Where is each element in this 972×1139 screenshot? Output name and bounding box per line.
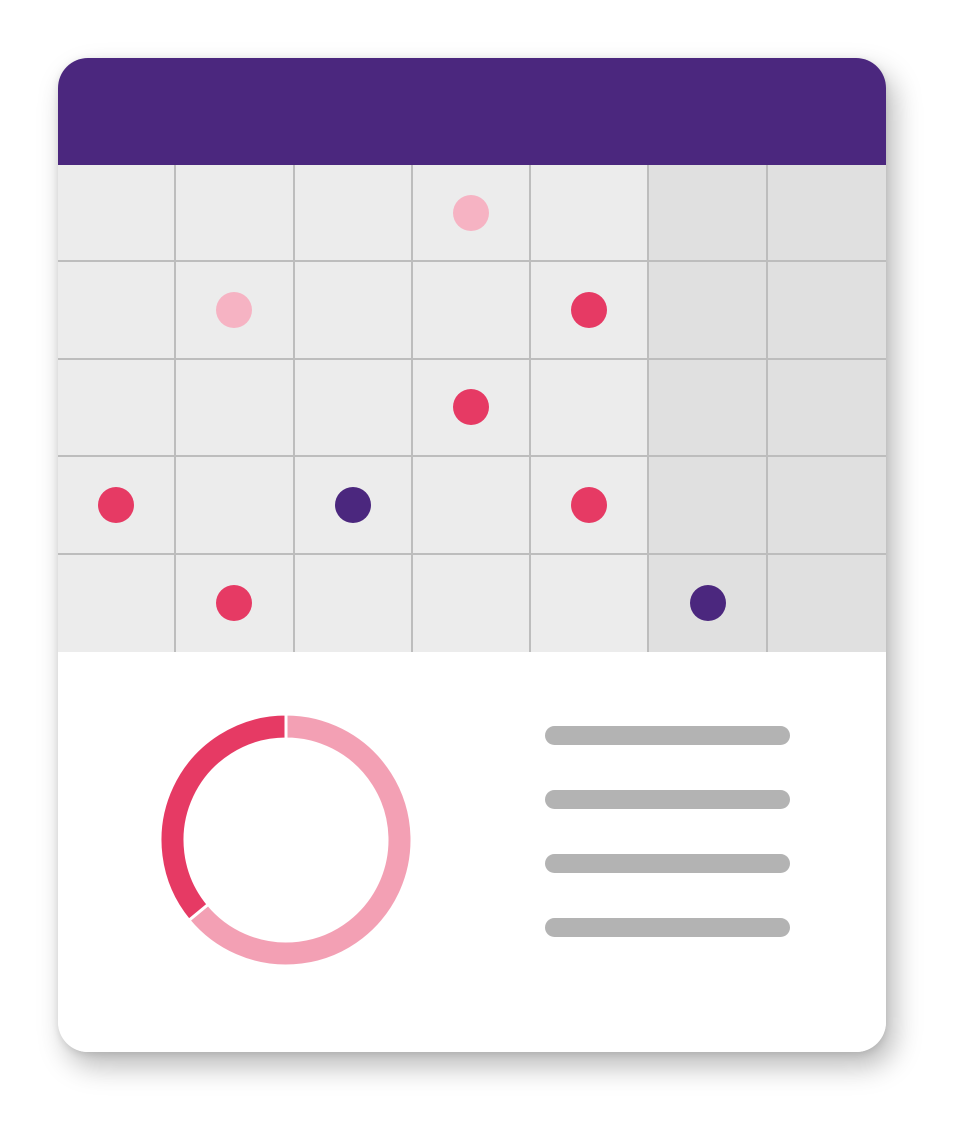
- calendar-day-cell[interactable]: [767, 262, 886, 360]
- calendar-day-cell[interactable]: [294, 554, 413, 652]
- event-dot[interactable]: [571, 292, 608, 329]
- calendar-grid: [58, 165, 886, 652]
- calendar-day-cell[interactable]: [58, 262, 177, 360]
- legend-placeholder-line: [545, 726, 790, 745]
- calendar-day-cell[interactable]: [649, 359, 768, 458]
- calendar-day-cell[interactable]: [767, 554, 886, 652]
- calendar-day-cell[interactable]: [176, 359, 295, 458]
- calendar-day-cell[interactable]: [649, 457, 768, 555]
- calendar-day-cell[interactable]: [531, 165, 650, 263]
- calendar-day-cell[interactable]: [294, 262, 413, 360]
- calendar-day-cell[interactable]: [649, 262, 768, 360]
- calendar-day-cell[interactable]: [531, 457, 650, 555]
- calendar-day-cell[interactable]: [176, 165, 295, 263]
- calendar-header: [58, 58, 886, 165]
- calendar-day-cell[interactable]: [531, 359, 650, 458]
- calendar-day-cell[interactable]: [767, 359, 886, 458]
- calendar-day-cell[interactable]: [412, 165, 532, 263]
- calendar-day-cell[interactable]: [294, 165, 413, 263]
- calendar-day-cell[interactable]: [412, 262, 532, 360]
- calendar-day-cell[interactable]: [767, 457, 886, 555]
- calendar-day-cell[interactable]: [58, 359, 177, 458]
- event-dot[interactable]: [452, 389, 489, 426]
- legend-placeholder-lines: [545, 726, 790, 982]
- calendar-day-cell[interactable]: [176, 262, 295, 360]
- calendar-day-cell[interactable]: [531, 262, 650, 360]
- event-dot[interactable]: [216, 585, 253, 622]
- calendar-day-cell[interactable]: [58, 457, 177, 555]
- event-dot[interactable]: [334, 486, 371, 523]
- calendar-day-cell[interactable]: [412, 359, 532, 458]
- calendar-day-cell[interactable]: [176, 554, 295, 652]
- legend-placeholder-line: [545, 918, 790, 937]
- calendar-day-cell[interactable]: [412, 457, 532, 555]
- calendar-day-cell[interactable]: [58, 165, 177, 263]
- calendar-day-cell[interactable]: [531, 554, 650, 652]
- calendar-day-cell[interactable]: [176, 457, 295, 555]
- event-dot[interactable]: [216, 292, 253, 329]
- calendar-day-cell[interactable]: [649, 554, 768, 652]
- calendar-day-cell[interactable]: [294, 359, 413, 458]
- donut-chart: [158, 712, 414, 968]
- event-dot[interactable]: [689, 585, 726, 622]
- event-dot[interactable]: [452, 194, 489, 231]
- donut-slice: [158, 712, 288, 923]
- legend-placeholder-line: [545, 790, 790, 809]
- summary-panel: [58, 652, 886, 1052]
- event-dot[interactable]: [571, 486, 608, 523]
- calendar-card: [58, 58, 886, 1052]
- event-dot[interactable]: [98, 486, 135, 523]
- calendar-day-cell[interactable]: [649, 165, 768, 263]
- calendar-day-cell[interactable]: [58, 554, 177, 652]
- legend-placeholder-line: [545, 854, 790, 873]
- calendar-day-cell[interactable]: [767, 165, 886, 263]
- calendar-day-cell[interactable]: [412, 554, 532, 652]
- calendar-day-cell[interactable]: [294, 457, 413, 555]
